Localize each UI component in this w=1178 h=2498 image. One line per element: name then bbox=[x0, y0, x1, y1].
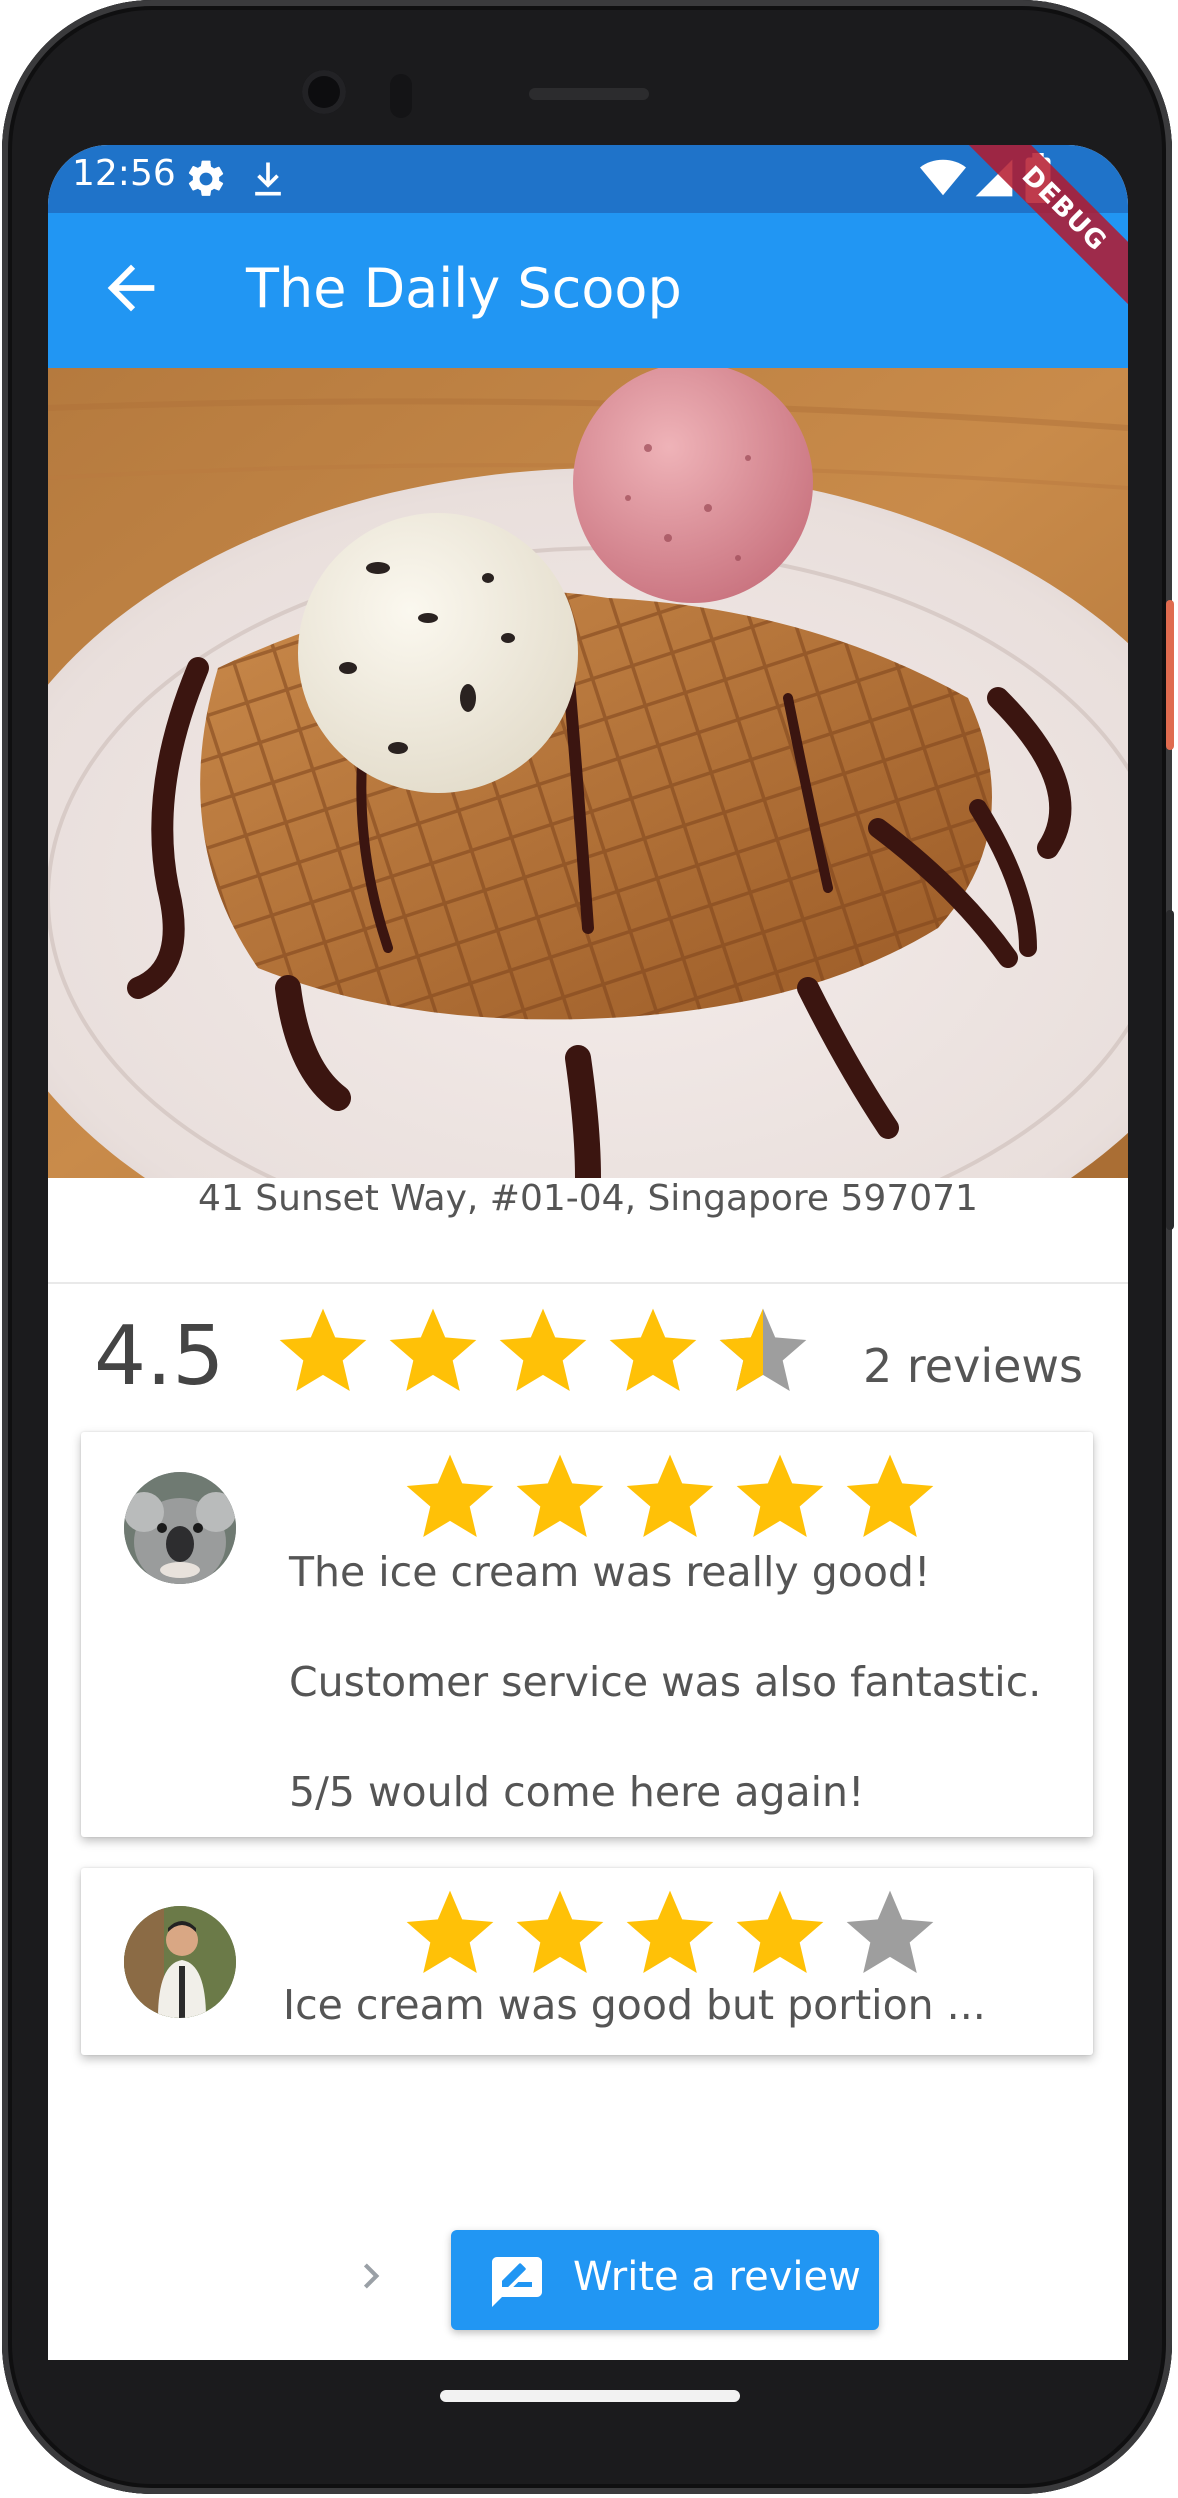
bottom-actions: Write a review bbox=[48, 2215, 1128, 2335]
volume-button bbox=[1166, 910, 1174, 1230]
home-indicator[interactable] bbox=[440, 2390, 740, 2402]
camera-sensor bbox=[390, 74, 412, 118]
person-avatar-icon bbox=[124, 1906, 236, 2018]
review-text-line: The ice cream was really good! bbox=[289, 1548, 931, 1596]
shop-address: 41 Sunset Way, #01-04, Singapore 597071 bbox=[198, 1178, 978, 1219]
review-text-line: Customer service was also fantastic. bbox=[289, 1658, 1042, 1706]
wifi-icon bbox=[920, 155, 966, 205]
reviewer-avatar bbox=[124, 1906, 236, 2018]
review-count: 2 reviews bbox=[863, 1339, 1083, 1393]
average-rating-stars bbox=[268, 1300, 818, 1404]
divider bbox=[48, 1282, 1128, 1284]
front-camera bbox=[302, 70, 346, 114]
star-filled-icon bbox=[279, 1308, 367, 1391]
app-bar: The Daily Scoop bbox=[48, 213, 1128, 368]
review-card[interactable]: Ice cream was good but portion ... bbox=[81, 1868, 1093, 2055]
average-rating-value: 4.5 bbox=[94, 1309, 225, 1404]
star-filled-icon bbox=[609, 1308, 697, 1391]
app-screen: 12:56 The Daily Scoop DEBUG 41 Sunset Wa… bbox=[48, 145, 1128, 2360]
write-review-button[interactable]: Write a review bbox=[451, 2230, 879, 2330]
average-rating-row: 4.5 2 reviews bbox=[48, 1295, 1128, 1405]
chevron-right-icon bbox=[363, 2263, 380, 2289]
page-title: The Daily Scoop bbox=[246, 257, 682, 320]
download-icon bbox=[246, 157, 290, 205]
next-button[interactable] bbox=[346, 2251, 396, 2301]
review-text-line: Ice cream was good but portion ... bbox=[283, 1981, 986, 2029]
write-review-label: Write a review bbox=[573, 2254, 861, 2300]
phone-frame: 12:56 The Daily Scoop DEBUG 41 Sunset Wa… bbox=[2, 0, 1174, 2494]
status-time: 12:56 bbox=[72, 153, 176, 194]
reviewer-avatar bbox=[124, 1472, 236, 1584]
earpiece-speaker bbox=[529, 88, 649, 100]
star-half-icon bbox=[719, 1308, 807, 1391]
back-button[interactable] bbox=[96, 253, 166, 323]
settings-icon bbox=[184, 157, 228, 205]
star-filled-icon bbox=[389, 1308, 477, 1391]
rate-review-icon bbox=[492, 2257, 542, 2307]
power-button bbox=[1166, 600, 1174, 750]
status-bar: 12:56 bbox=[48, 145, 1128, 213]
koala-avatar-icon bbox=[124, 1472, 236, 1584]
review-card[interactable]: The ice cream was really good! Customer … bbox=[81, 1432, 1093, 1837]
star-filled-icon bbox=[499, 1308, 587, 1391]
shop-hero-image bbox=[48, 368, 1128, 1178]
review-text-line: 5/5 would come here again! bbox=[289, 1768, 865, 1816]
arrow-back-icon bbox=[107, 264, 155, 312]
